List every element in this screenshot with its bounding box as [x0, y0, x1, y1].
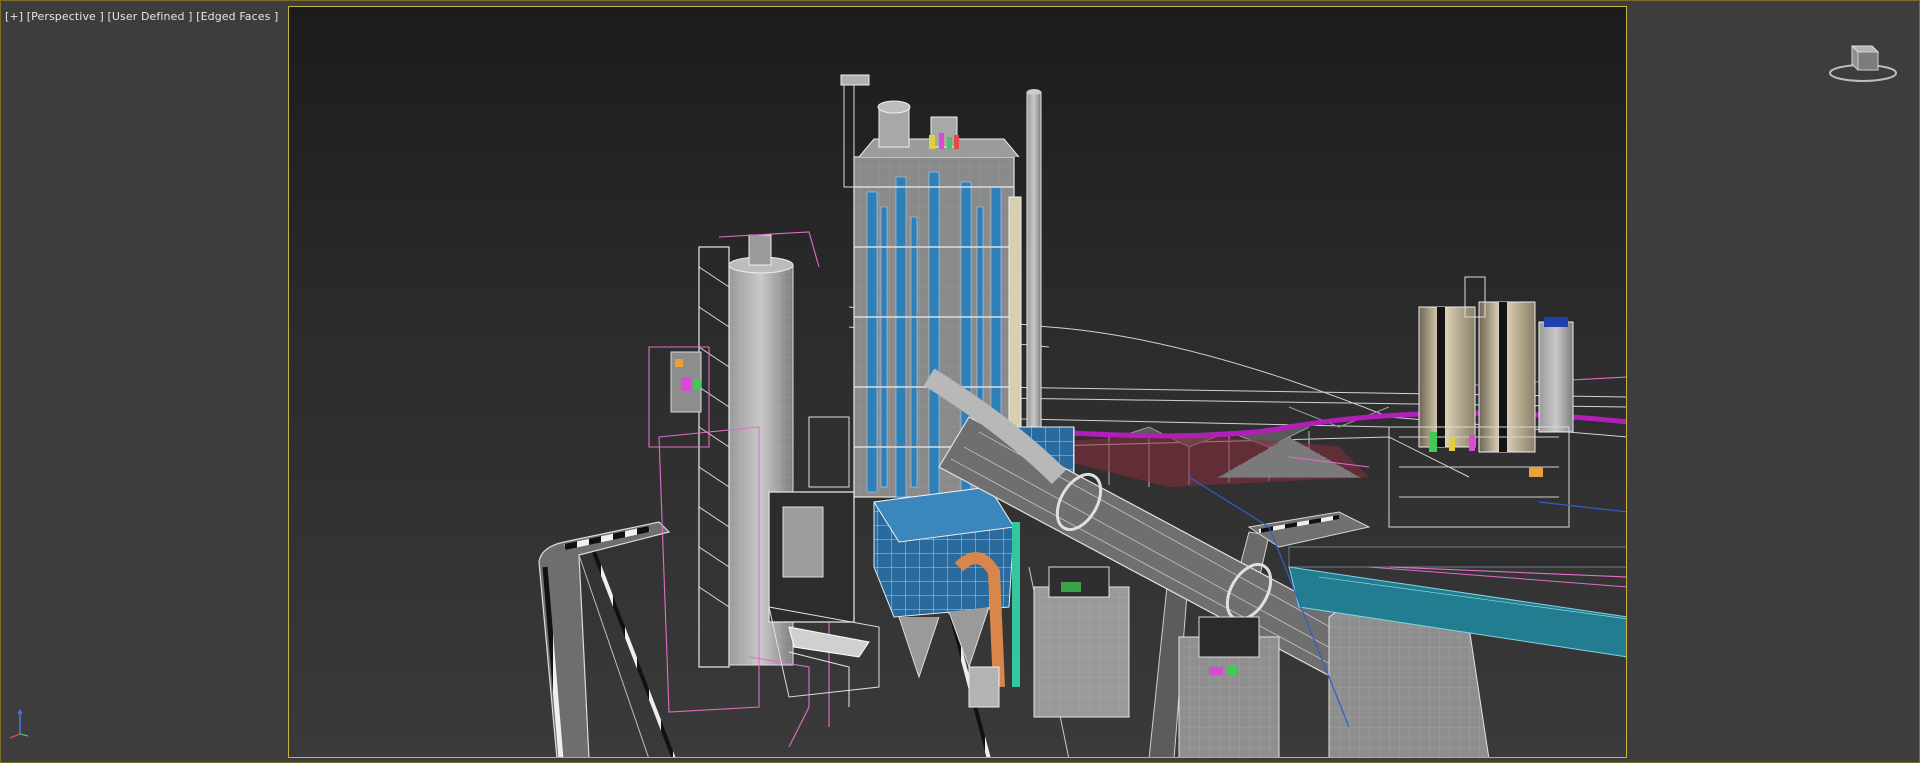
viewport-lighting-menu[interactable]: [User Defined ]	[108, 10, 193, 23]
safe-frame	[288, 6, 1627, 758]
blue-pipe-2	[1538, 501, 1626, 513]
viewport-plus-menu[interactable]: [+]	[5, 10, 23, 23]
viewport-shading-menu[interactable]: [Edged Faces ]	[196, 10, 278, 23]
left-equipment-cluster	[670, 351, 702, 413]
viewport-label-menu[interactable]: [+] [Perspective ] [User Defined ] [Edge…	[5, 10, 278, 23]
clinker-cooler	[1288, 546, 1626, 757]
scene-render	[538, 74, 1626, 757]
right-cement-silos	[1388, 276, 1574, 528]
viewcube-icon[interactable]	[1828, 38, 1898, 84]
viewport-pov-menu[interactable]: [Perspective ]	[27, 10, 104, 23]
pink-guide	[1368, 566, 1626, 588]
perspective-viewport[interactable]: [+] [Perspective ] [User Defined ] [Edge…	[0, 0, 1920, 763]
axis-tripod-icon	[6, 706, 36, 742]
